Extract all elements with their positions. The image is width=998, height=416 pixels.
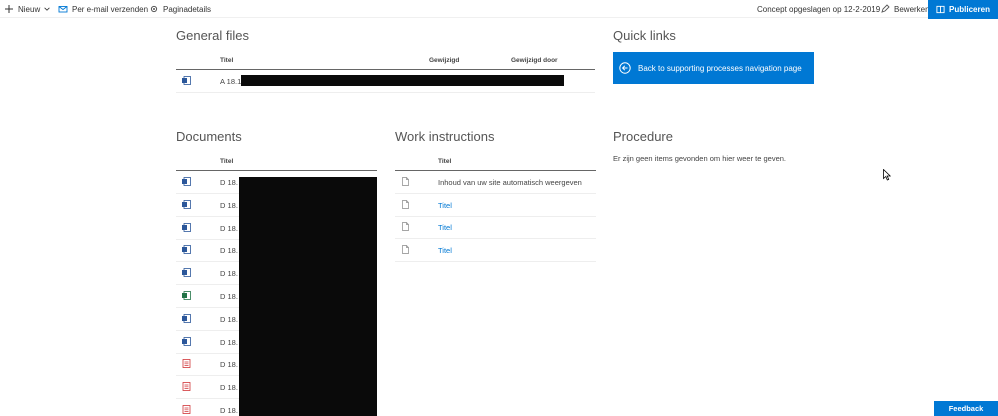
- document-row-name[interactable]: D 18.: [220, 224, 238, 233]
- word-doc-icon: [182, 245, 191, 255]
- general-files-row-name[interactable]: A 18.1: [220, 77, 241, 86]
- word-doc-icon: [182, 313, 191, 323]
- work-instruction-link[interactable]: Titel: [438, 246, 452, 255]
- word-doc-icon: [182, 222, 191, 232]
- word-doc-icon: [182, 177, 191, 186]
- new-label: Nieuw: [18, 4, 41, 14]
- document-row-name[interactable]: D 18.: [220, 360, 238, 369]
- redaction-block: [241, 75, 564, 86]
- email-button[interactable]: Per e-mail verzenden: [58, 0, 148, 18]
- general-files-col-modified-by[interactable]: Gewijzigd door: [511, 57, 558, 64]
- work-instruction-row-divider: [395, 238, 596, 240]
- word-doc-icon: [182, 199, 191, 209]
- chevron-down-icon: [44, 7, 50, 11]
- pdf-doc-icon: [182, 359, 191, 369]
- document-row-name[interactable]: D 18.: [220, 406, 238, 415]
- publish-label: Publiceren: [949, 5, 990, 14]
- feedback-label: Feedback: [948, 404, 984, 413]
- page-details-button[interactable]: Paginadetails: [149, 0, 211, 18]
- work-instructions-title: Work instructions: [395, 129, 495, 144]
- work-instructions-col-title[interactable]: Titel: [438, 158, 451, 165]
- mail-icon: [58, 6, 68, 13]
- word-doc-icon: [182, 268, 191, 278]
- work-instruction-row-name[interactable]: Inhoud van uw site automatisch weergeven: [438, 178, 582, 187]
- general-files-header-divider: [176, 69, 595, 70]
- book-icon: [936, 5, 945, 14]
- command-bar: Nieuw Per e-mail verzenden Paginadetails…: [0, 0, 998, 19]
- documents-col-title[interactable]: Titel: [220, 158, 233, 165]
- documents-header-divider: [176, 170, 377, 171]
- quick-link-button[interactable]: Back to supporting processes navigation …: [613, 52, 814, 84]
- pencil-icon: [881, 4, 890, 13]
- page-icon: [401, 199, 410, 209]
- document-row-name[interactable]: D 18.: [220, 246, 238, 255]
- documents-title: Documents: [176, 129, 242, 144]
- document-row-name[interactable]: D 18.: [220, 178, 238, 187]
- work-instruction-link[interactable]: Titel: [438, 201, 452, 210]
- back-arrow-icon: [619, 62, 631, 74]
- save-status-text: Concept opgeslagen op 12-2-2019: [757, 4, 881, 14]
- plus-icon: [5, 5, 13, 13]
- general-files-col-modified[interactable]: Gewijzigd: [429, 57, 459, 64]
- mouse-cursor-icon: [883, 169, 891, 181]
- excel-doc-icon: [182, 291, 191, 300]
- document-row-name[interactable]: D 18.: [220, 201, 238, 210]
- gear-icon: [150, 5, 158, 13]
- word-doc-icon: [182, 76, 191, 85]
- general-files-row-divider: [176, 92, 595, 93]
- general-files-col-title[interactable]: Titel: [220, 57, 233, 64]
- page-icon: [401, 244, 410, 254]
- pdf-doc-icon: [182, 405, 191, 414]
- document-row-name[interactable]: D 18.: [220, 292, 238, 301]
- email-label: Per e-mail verzenden: [72, 4, 149, 14]
- document-row-name[interactable]: D 18.: [220, 315, 238, 324]
- word-doc-icon: [182, 336, 191, 346]
- quick-link-label: Back to supporting processes navigation …: [638, 63, 802, 73]
- procedure-empty-message: Er zijn geen items gevonden om hier weer…: [613, 154, 787, 163]
- page-details-label: Paginadetails: [163, 4, 212, 14]
- new-button[interactable]: Nieuw: [4, 0, 51, 18]
- feedback-button[interactable]: Feedback: [934, 401, 998, 416]
- publish-button[interactable]: Publiceren: [928, 0, 998, 19]
- redaction-block: [239, 177, 377, 416]
- quick-links-title: Quick links: [613, 28, 676, 43]
- document-row-name[interactable]: D 18.: [220, 269, 238, 278]
- edit-label: Bewerken: [894, 4, 930, 14]
- work-instruction-link[interactable]: Titel: [438, 223, 452, 232]
- page-icon: [401, 177, 410, 186]
- work-instruction-row-divider: [395, 193, 596, 194]
- document-row-name[interactable]: D 18.: [220, 383, 238, 392]
- general-files-title: General files: [176, 28, 249, 43]
- procedure-title: Procedure: [613, 129, 673, 144]
- pdf-doc-icon: [182, 382, 191, 392]
- work-instruction-row-divider: [395, 260, 596, 262]
- work-instructions-header-divider: [395, 170, 596, 171]
- page-icon: [401, 222, 410, 232]
- work-instruction-row-divider: [395, 215, 596, 217]
- save-status: Concept opgeslagen op 12-2-2019: [757, 0, 880, 18]
- document-row-name[interactable]: D 18.: [220, 338, 238, 347]
- edit-button[interactable]: Bewerken: [880, 0, 930, 18]
